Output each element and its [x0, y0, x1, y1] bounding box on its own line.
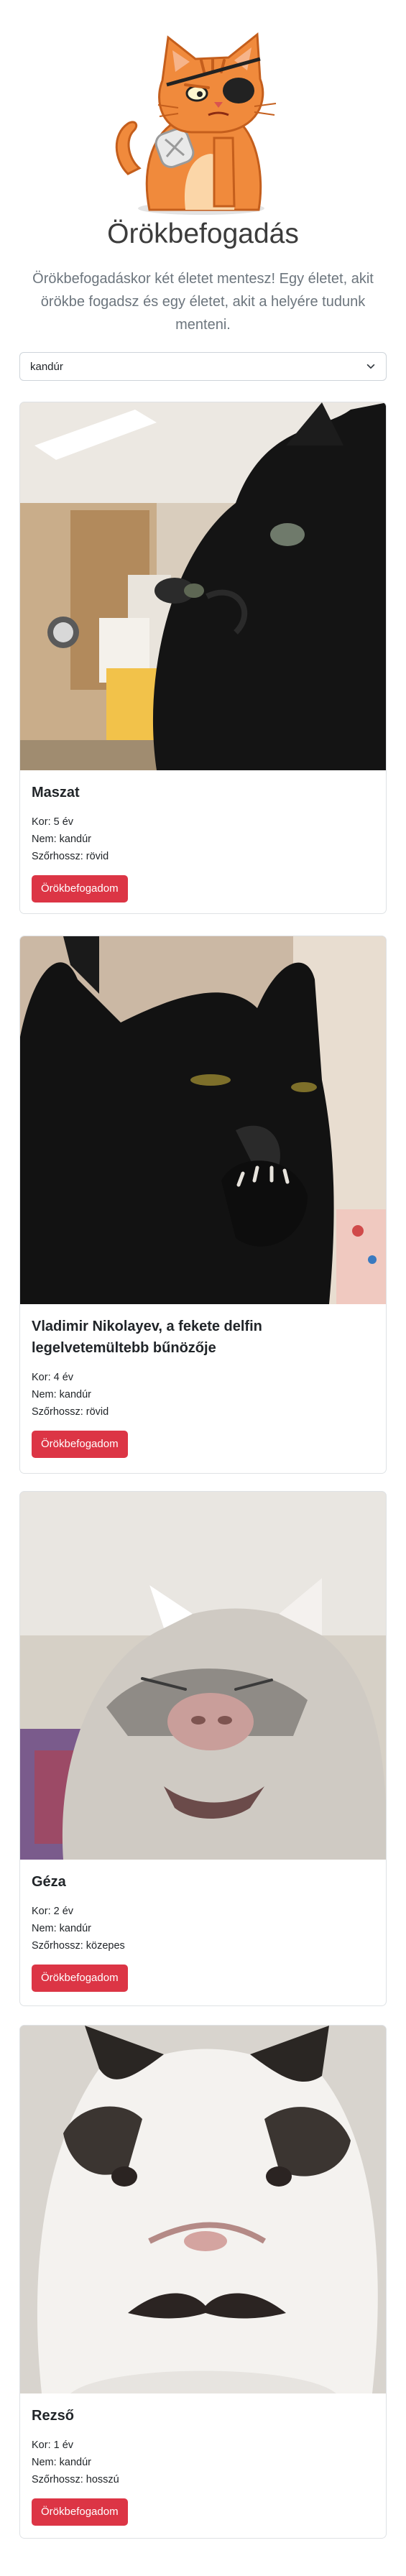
cat-age: Kor: 1 év	[32, 2439, 74, 2451]
cat-age: Kor: 5 év	[32, 816, 74, 828]
cat-photo	[20, 2026, 386, 2393]
cat-photo	[20, 1492, 386, 1860]
hero: Örökbefogadás Örökbefogadáskor két élete…	[0, 0, 406, 352]
cat-hair-length: Szőrhossz: rövid	[32, 851, 109, 862]
gender-filter-select[interactable]: kandúr	[19, 352, 387, 381]
page-title: Örökbefogadás	[107, 218, 299, 249]
adopt-button[interactable]: Örökbefogadom	[32, 2498, 128, 2526]
cat-gender: Nem: kandúr	[32, 2457, 92, 2468]
cat-card: Vladimir Nikolayev, a fekete delfin lege…	[19, 936, 387, 1474]
cat-gender: Nem: kandúr	[32, 1389, 92, 1400]
cat-hair-length: Szőrhossz: közepes	[32, 1940, 125, 1952]
cat-card: Géza Kor: 2 év Nem: kandúr Szőrhossz: kö…	[19, 1491, 387, 2006]
cat-photo	[20, 936, 386, 1304]
cat-age: Kor: 2 év	[32, 1906, 74, 1917]
cat-photo	[20, 402, 386, 770]
adopt-button[interactable]: Örökbefogadom	[32, 1431, 128, 1458]
gender-filter-value: kandúr	[30, 360, 63, 373]
cat-age: Kor: 4 év	[32, 1372, 74, 1383]
adopt-button[interactable]: Örökbefogadom	[32, 1965, 128, 1992]
cat-hair-length: Szőrhossz: rövid	[32, 1406, 109, 1418]
cat-hair-length: Szőrhossz: hosszú	[32, 2474, 119, 2485]
cat-name: Vladimir Nikolayev, a fekete delfin lege…	[32, 1319, 262, 1356]
cat-card-body: Maszat Kor: 5 év Nem: kandúr Szőrhossz: …	[20, 782, 386, 902]
cat-name: Maszat	[32, 785, 80, 800]
cat-gender: Nem: kandúr	[32, 1923, 92, 1934]
chevron-down-icon	[366, 364, 375, 369]
adopt-button[interactable]: Örökbefogadom	[32, 875, 128, 902]
cat-card: Rezső Kor: 1 év Nem: kandúr Szőrhossz: h…	[19, 2025, 387, 2539]
cat-pirate-logo	[115, 32, 277, 215]
cat-card-body: Rezső Kor: 1 év Nem: kandúr Szőrhossz: h…	[20, 2405, 386, 2526]
cat-card-body: Géza Kor: 2 év Nem: kandúr Szőrhossz: kö…	[20, 1871, 386, 1992]
cat-name: Rezső	[32, 2408, 74, 2424]
cat-name: Géza	[32, 1874, 66, 1890]
cat-gender: Nem: kandúr	[32, 834, 92, 845]
cat-card: Maszat Kor: 5 év Nem: kandúr Szőrhossz: …	[19, 402, 387, 914]
page-lead: Örökbefogadáskor két életet mentesz! Egy…	[32, 271, 374, 333]
cat-card-body: Vladimir Nikolayev, a fekete delfin lege…	[20, 1316, 386, 1458]
